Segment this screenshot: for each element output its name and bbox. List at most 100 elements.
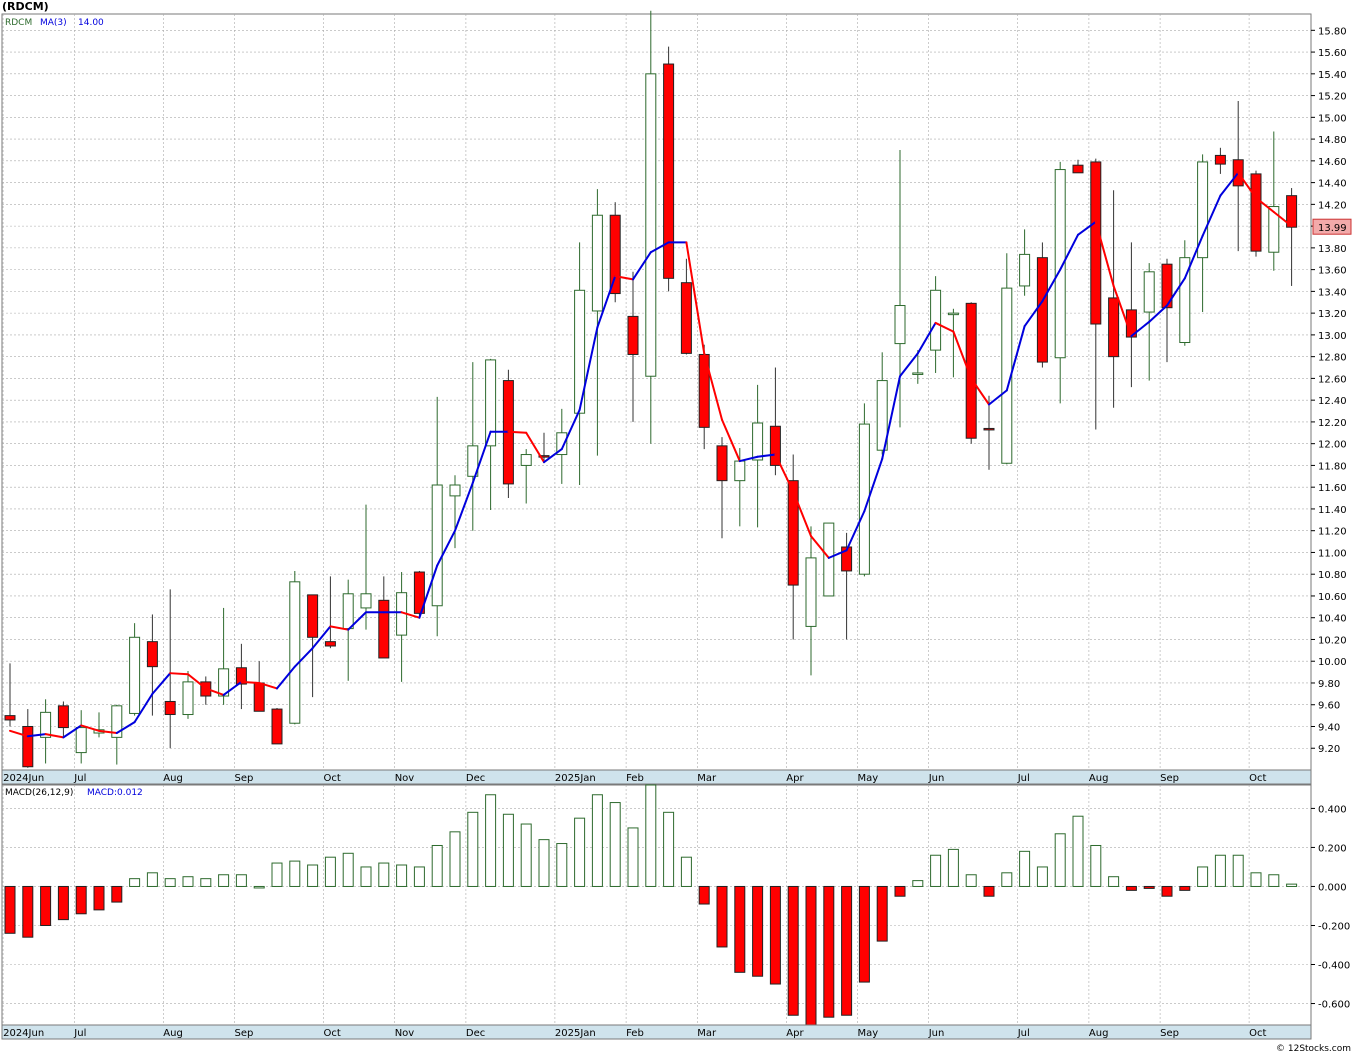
macd-bar — [520, 823, 532, 887]
candle-body — [182, 681, 194, 716]
candle-body — [253, 682, 265, 712]
price-tick-label: 15.20 — [1318, 92, 1347, 103]
ticker-title: (RDCM) — [2, 0, 49, 13]
macd-month-label: Jul — [1017, 1028, 1030, 1039]
last-price-value: 13.99 — [1318, 223, 1347, 234]
watermark: © 12Stocks.com — [1276, 1044, 1351, 1054]
macd-tick-label: -0.600 — [1318, 1000, 1350, 1011]
macd-bar — [1036, 866, 1048, 887]
price-tick-label: 14.40 — [1318, 179, 1347, 190]
macd-bar — [396, 864, 408, 887]
price-month-label: Sep — [1160, 773, 1179, 784]
macd-month-label: Aug — [163, 1028, 183, 1039]
price-tick-label: 15.00 — [1318, 113, 1347, 124]
candle-body — [360, 593, 372, 609]
macd-bar — [235, 874, 247, 887]
candle-body — [1143, 271, 1155, 313]
macd-tick-label: 0.400 — [1318, 804, 1347, 815]
macd-bar — [1090, 844, 1102, 887]
candle-body — [645, 73, 657, 377]
macd-bar — [556, 843, 568, 887]
candle-body — [609, 214, 621, 295]
candle-body — [146, 641, 158, 668]
price-tick-label: 13.40 — [1318, 287, 1347, 298]
macd-bar — [1019, 850, 1031, 887]
macd-bar — [1125, 885, 1137, 891]
price-x-axis-strip — [1, 769, 1312, 785]
price-tick-label: 9.20 — [1318, 744, 1340, 755]
price-tick-label: 13.20 — [1318, 309, 1347, 320]
macd-bar — [182, 876, 194, 887]
macd-bar — [734, 885, 746, 973]
price-tick-label: 11.20 — [1318, 527, 1347, 538]
ma3-segment — [169, 672, 189, 676]
macd-bar — [645, 784, 657, 887]
macd-month-label: Nov — [395, 1028, 415, 1039]
macd-bar — [324, 856, 336, 887]
macd-bar — [663, 811, 675, 887]
candle-body — [75, 727, 87, 754]
macd-bar — [947, 848, 959, 887]
legend-ma-value: 14.00 — [78, 18, 104, 28]
price-tick-label: 12.00 — [1318, 440, 1347, 451]
macd-bar — [200, 878, 212, 887]
macd-bar — [164, 878, 176, 887]
candle-body — [271, 708, 283, 745]
macd-month-label: Aug — [1089, 1028, 1109, 1039]
macd-bar — [40, 885, 52, 926]
macd-bar — [876, 885, 888, 942]
macd-month-label: 2024Jun — [3, 1028, 44, 1039]
macd-bar — [965, 874, 977, 887]
candle-body — [823, 522, 835, 597]
macd-bar — [1214, 854, 1226, 887]
macd-bar — [146, 872, 158, 887]
macd-bar — [894, 885, 906, 897]
macd-bar — [431, 844, 443, 887]
price-tick-label: 12.20 — [1318, 418, 1347, 429]
candle-body — [129, 636, 141, 714]
candle-body — [342, 593, 354, 630]
macd-bar — [591, 794, 603, 887]
candle-body — [1268, 206, 1280, 253]
macd-bar — [787, 885, 799, 1016]
price-tick-label: 11.40 — [1318, 505, 1347, 516]
price-tick-label: 11.80 — [1318, 461, 1347, 472]
candle-body — [930, 289, 942, 351]
price-tick-label: 14.60 — [1318, 157, 1347, 168]
macd-bar — [1054, 833, 1066, 887]
price-tick-label: 12.40 — [1318, 396, 1347, 407]
price-month-label: Aug — [163, 773, 183, 784]
macd-panel — [1, 784, 1312, 1026]
macd-bar — [680, 856, 692, 887]
macd-tick-label: 0.000 — [1318, 882, 1347, 893]
price-month-label: Oct — [1249, 773, 1266, 784]
macd-month-label: Sep — [235, 1028, 254, 1039]
candle-body — [591, 214, 603, 312]
candle-body — [663, 63, 675, 279]
macd-bar — [22, 885, 34, 938]
ma3-segment — [507, 430, 528, 434]
macd-y-axis: -0.600 -0.400 -0.200 0.000 0.200 0.400 — [1311, 804, 1350, 1011]
macd-bar — [218, 874, 230, 887]
price-tick-label: 10.80 — [1318, 570, 1347, 581]
price-month-label: Nov — [395, 773, 415, 784]
macd-bar — [289, 860, 301, 887]
macd-bar — [378, 862, 390, 887]
candle-body — [307, 594, 319, 638]
candle-body — [324, 641, 336, 647]
price-month-label: Oct — [324, 773, 341, 784]
macd-bar — [253, 885, 265, 889]
macd-tick-label: -0.200 — [1318, 921, 1350, 932]
price-tick-label: 12.80 — [1318, 353, 1347, 364]
macd-month-label: Apr — [786, 1028, 804, 1039]
macd-month-label: Oct — [1249, 1028, 1266, 1039]
candle-body — [1108, 297, 1120, 358]
macd-month-label: Sep — [1160, 1028, 1179, 1039]
price-y-axis: 9.20 9.40 9.60 9.80 10.00 10.20 10.40 10.60 10.8… — [1311, 26, 1347, 755]
macd-bar — [75, 885, 87, 915]
price-tick-label: 9.80 — [1318, 679, 1340, 690]
stock-chart: (RDCM) RDCM MA(3) 14.00 9.20 9.40 9.60 9.80… — [1, 0, 1352, 1054]
macd-bar — [823, 885, 835, 1018]
macd-bar — [271, 862, 283, 887]
price-tick-label: 14.20 — [1318, 200, 1347, 211]
